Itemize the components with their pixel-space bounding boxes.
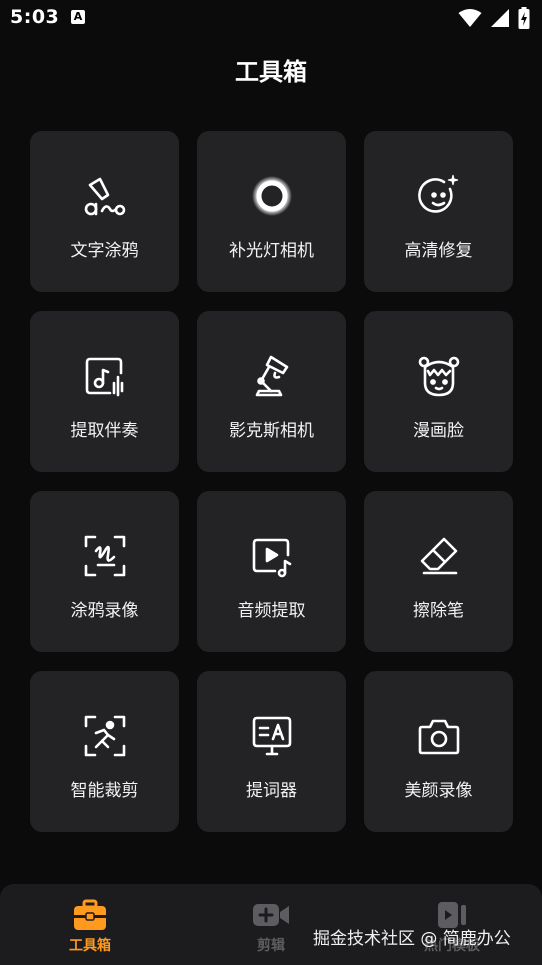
tool-label: 音频提取: [237, 601, 306, 621]
tool-tile-beauty-camera[interactable]: 美颜录像: [364, 671, 513, 832]
tool-tile-comic-face[interactable]: 漫画脸: [364, 311, 513, 472]
tool-label: 智能裁剪: [70, 781, 139, 801]
battery-icon: [518, 7, 530, 29]
tool-tile-smart-crop[interactable]: 智能裁剪: [30, 671, 179, 832]
comic-face-icon: [418, 356, 459, 397]
doodle-record-icon: [84, 535, 125, 577]
fill-light-icon: [251, 176, 292, 216]
text-doodle-icon: [84, 177, 125, 216]
tool-tile-teleprompter[interactable]: 提词器: [197, 671, 346, 832]
nav-item-toolbox[interactable]: 工具箱: [50, 899, 130, 955]
toolbox-icon: [74, 899, 106, 930]
tool-label: 擦除笔: [413, 601, 464, 621]
desk-lamp-camera-icon: [255, 355, 288, 397]
teleprompter-icon: [252, 716, 291, 756]
nav-item-edit[interactable]: 剪辑: [231, 899, 311, 955]
nav-label-edit: 剪辑: [257, 938, 285, 954]
tool-label: 提取伴奏: [70, 421, 139, 441]
nav-label-toolbox: 工具箱: [69, 938, 111, 954]
page-title: 工具箱: [235, 58, 307, 86]
notification-a-icon: A: [71, 10, 85, 24]
tool-tile-doodle-record[interactable]: 涂鸦录像: [30, 491, 179, 652]
tool-label: 文字涂鸦: [70, 241, 139, 261]
tool-label: 漫画脸: [413, 421, 464, 441]
tool-tile-desk-lamp-camera[interactable]: 影克斯相机: [197, 311, 346, 472]
extract-accompaniment-icon: [85, 357, 123, 397]
wifi-icon: [458, 9, 482, 27]
tool-tile-text-doodle[interactable]: 文字涂鸦: [30, 131, 179, 292]
tool-label: 涂鸦录像: [70, 601, 139, 621]
tool-label: 影克斯相机: [229, 421, 314, 441]
tool-tile-fill-light-camera[interactable]: 补光灯相机: [197, 131, 346, 292]
tool-tile-audio-extract[interactable]: 音频提取: [197, 491, 346, 652]
signal-icon: [491, 9, 509, 27]
tool-tile-hd-repair[interactable]: 高清修复: [364, 131, 513, 292]
watermark: 掘金技术社区 @ 简鹿办公: [313, 929, 511, 949]
eraser-icon: [420, 537, 457, 575]
status-bar: 5:03 A: [0, 0, 542, 38]
tool-label: 补光灯相机: [229, 241, 314, 261]
smart-crop-icon: [84, 715, 125, 757]
tool-label: 高清修复: [404, 241, 473, 261]
tool-label: 提词器: [246, 781, 297, 801]
hd-repair-icon: [417, 174, 458, 213]
beauty-camera-icon: [418, 719, 459, 755]
tool-tile-extract-accompaniment[interactable]: 提取伴奏: [30, 311, 179, 472]
tool-tile-eraser[interactable]: 擦除笔: [364, 491, 513, 652]
tool-grid: 文字涂鸦 补光灯相机 高清修复 提取伴奏 影克斯相机 漫画脸 涂鸦录像 音频提取…: [30, 131, 513, 832]
tool-label: 美颜录像: [404, 781, 473, 801]
video-add-icon: [253, 904, 289, 926]
status-time: 5:03: [10, 6, 60, 28]
audio-extract-icon: [252, 538, 291, 578]
